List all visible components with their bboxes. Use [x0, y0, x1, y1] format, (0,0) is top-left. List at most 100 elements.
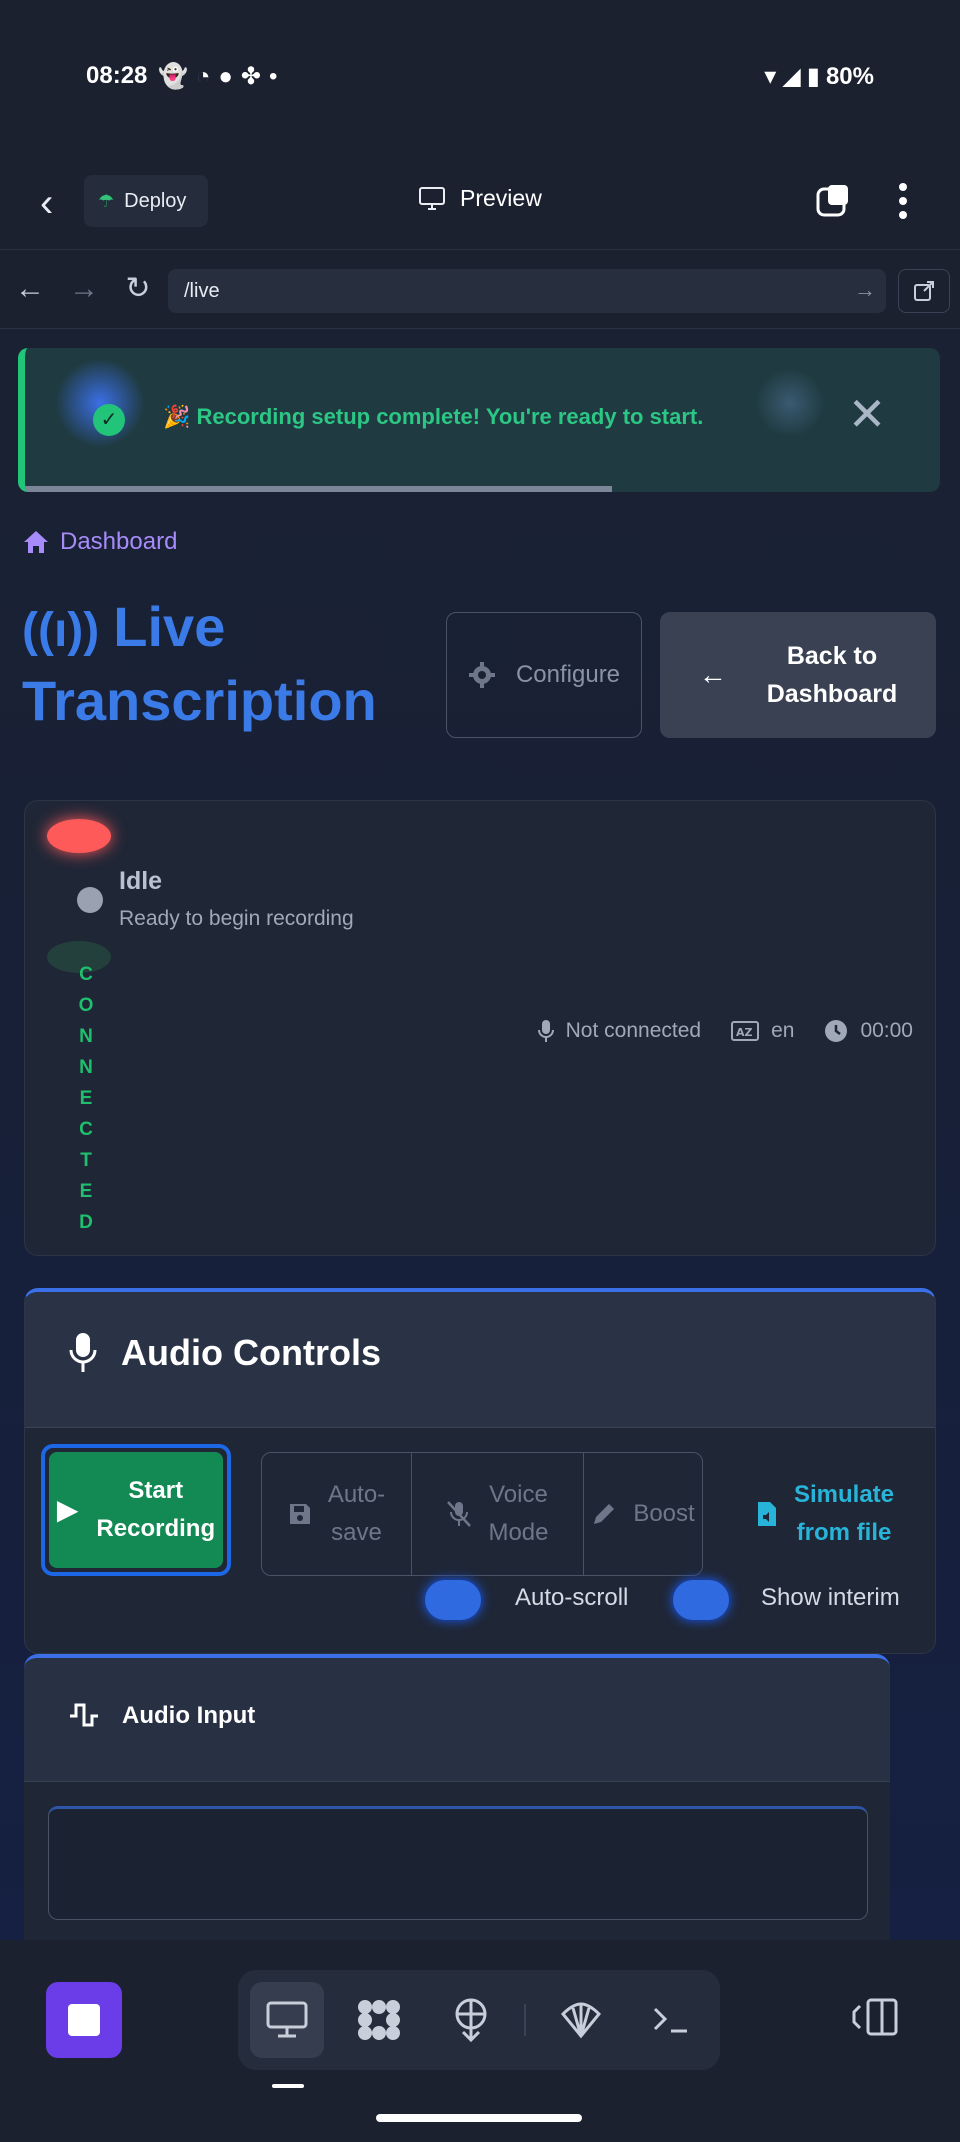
connection-letter: O — [78, 995, 96, 1016]
deploy-label: Deploy — [124, 189, 187, 212]
microphone-icon — [537, 1020, 554, 1042]
simulate-label-line2: from file — [796, 1519, 892, 1546]
wifi-icon: ▾ — [764, 63, 777, 90]
breadcrumb-dashboard: Dashboard — [60, 528, 178, 555]
toast-message: 🎉 Recording setup complete! You're ready… — [163, 404, 704, 429]
nav-group — [238, 1970, 720, 2070]
timer: 00:00 — [824, 1019, 913, 1043]
deploy-icon — [455, 1998, 487, 2042]
check-circle-icon: ✓ — [93, 404, 125, 436]
boost-button[interactable]: Boost — [584, 1453, 702, 1575]
forward-arrow-icon[interactable]: → — [66, 271, 102, 307]
connection-letter: D — [79, 1212, 95, 1233]
mic-status-label: Not connected — [565, 1019, 702, 1042]
idle-status-dot — [77, 887, 103, 913]
terminal-icon — [653, 2007, 687, 2033]
active-nav-indicator — [272, 2084, 304, 2088]
home-icon — [24, 531, 48, 553]
side-panel-icon[interactable] — [852, 1998, 898, 2036]
recording-indicator — [47, 819, 111, 853]
status-meta: Not connected AZ en 00:00 — [508, 1019, 913, 1043]
language-indicator: AZ en — [731, 1019, 794, 1043]
audio-waveform-display — [48, 1806, 868, 1920]
gear-icon — [468, 662, 495, 688]
audio-controls-title: Audio Controls — [121, 1332, 381, 1373]
connection-letter: E — [79, 1088, 95, 1109]
breadcrumb[interactable]: Dashboard — [22, 528, 177, 556]
monitor-icon — [266, 2001, 308, 2038]
nav-extensions[interactable] — [342, 1982, 416, 2058]
start-recording-inner: ▶ Start Recording — [49, 1452, 223, 1568]
connection-letter: E — [79, 1181, 95, 1202]
pencil-icon — [594, 1504, 615, 1524]
url-bar: ← → ↻ /live → — [0, 251, 960, 329]
voice-label-line1: Voice — [489, 1481, 548, 1508]
toast-progress — [25, 486, 612, 492]
autoscroll-toggle[interactable] — [423, 1578, 483, 1622]
simulate-label-line1: Simulate — [793, 1481, 895, 1508]
microphone-icon — [69, 1333, 97, 1372]
stop-icon — [68, 2004, 100, 2036]
connection-letter: N — [79, 1057, 95, 1078]
voice-label-line2: Mode — [488, 1519, 549, 1546]
start-label-line1: Start — [128, 1477, 184, 1504]
url-text: /live — [184, 279, 220, 302]
open-external-button[interactable] — [898, 269, 950, 313]
status-state: Idle — [119, 867, 163, 895]
deploy-button[interactable]: ☂ Deploy — [84, 175, 208, 227]
tabs-icon[interactable] — [816, 183, 852, 219]
nav-terminal[interactable] — [634, 1982, 708, 2058]
toast-glow-2 — [755, 368, 825, 438]
slack-icon: ✤ — [240, 63, 269, 90]
back-to-dashboard-button[interactable]: ← Back to Dashboard — [660, 612, 936, 738]
configure-label: Configure — [515, 661, 621, 688]
success-toast: ✓ 🎉 Recording setup complete! You're rea… — [18, 348, 940, 492]
timer-value: 00:00 — [860, 1019, 913, 1042]
simulate-from-file-button[interactable]: Simulate from file — [725, 1452, 925, 1576]
whatsapp-icon: ◔ — [195, 63, 219, 90]
back-arrow-icon[interactable]: ← — [12, 271, 48, 307]
more-vert-icon[interactable] — [888, 181, 918, 221]
preview-title[interactable]: Preview — [418, 185, 542, 212]
battery-icon: ▮ — [806, 63, 820, 90]
translate-icon: AZ — [731, 1021, 760, 1041]
broadcast-icon: ((ı)) — [22, 604, 100, 657]
shell-icon — [560, 2002, 602, 2039]
home-indicator[interactable] — [376, 2114, 582, 2122]
close-icon[interactable]: ✕ — [845, 391, 889, 437]
show-interim-label: Show interim — [761, 1584, 900, 1611]
signal-icon: ◢ — [782, 63, 801, 90]
mic-status: Not connected — [537, 1019, 702, 1043]
audio-controls-header: Audio Controls — [25, 1292, 935, 1428]
status-subtitle: Ready to begin recording — [119, 907, 354, 930]
arrow-left-icon: ← — [698, 659, 727, 690]
nav-separator — [524, 2004, 526, 2036]
svg-text:AZ: AZ — [736, 1026, 753, 1039]
reload-icon[interactable]: ↻ — [120, 271, 156, 307]
bottom-toolbar — [0, 1940, 960, 2142]
recording-status-card: Idle Ready to begin recording C O N N E … — [24, 800, 936, 1256]
stop-button[interactable] — [46, 1982, 122, 2058]
preview-label: Preview — [460, 185, 542, 211]
go-arrow-icon[interactable]: → — [854, 277, 876, 303]
start-recording-button[interactable]: ▶ Start Recording — [41, 1444, 231, 1576]
snapchat-icon: 👻 — [158, 63, 196, 90]
url-input[interactable]: /live → — [168, 269, 886, 313]
audio-input-header: Audio Input — [24, 1658, 890, 1782]
notification-icons: 👻◔●✤• — [158, 62, 285, 91]
start-label-line2: Recording — [96, 1515, 216, 1542]
waveform-icon — [70, 1703, 98, 1727]
nav-preview[interactable] — [250, 1982, 324, 2058]
voice-mode-button[interactable]: Voice Mode — [412, 1453, 584, 1575]
audio-input-title: Audio Input — [122, 1702, 256, 1729]
show-interim-toggle[interactable] — [671, 1578, 731, 1622]
nav-shell[interactable] — [544, 1982, 618, 2058]
back-chevron-icon[interactable]: ‹ — [40, 183, 72, 223]
configure-button[interactable]: Configure — [446, 612, 642, 738]
connection-letter: C — [79, 1119, 95, 1140]
nav-deploy[interactable] — [434, 1982, 508, 2058]
page-content: ✓ 🎉 Recording setup complete! You're rea… — [0, 330, 960, 1940]
autosave-button[interactable]: Auto- save — [262, 1453, 412, 1575]
toast-glow — [55, 358, 145, 448]
dot-icon: • — [269, 63, 286, 90]
